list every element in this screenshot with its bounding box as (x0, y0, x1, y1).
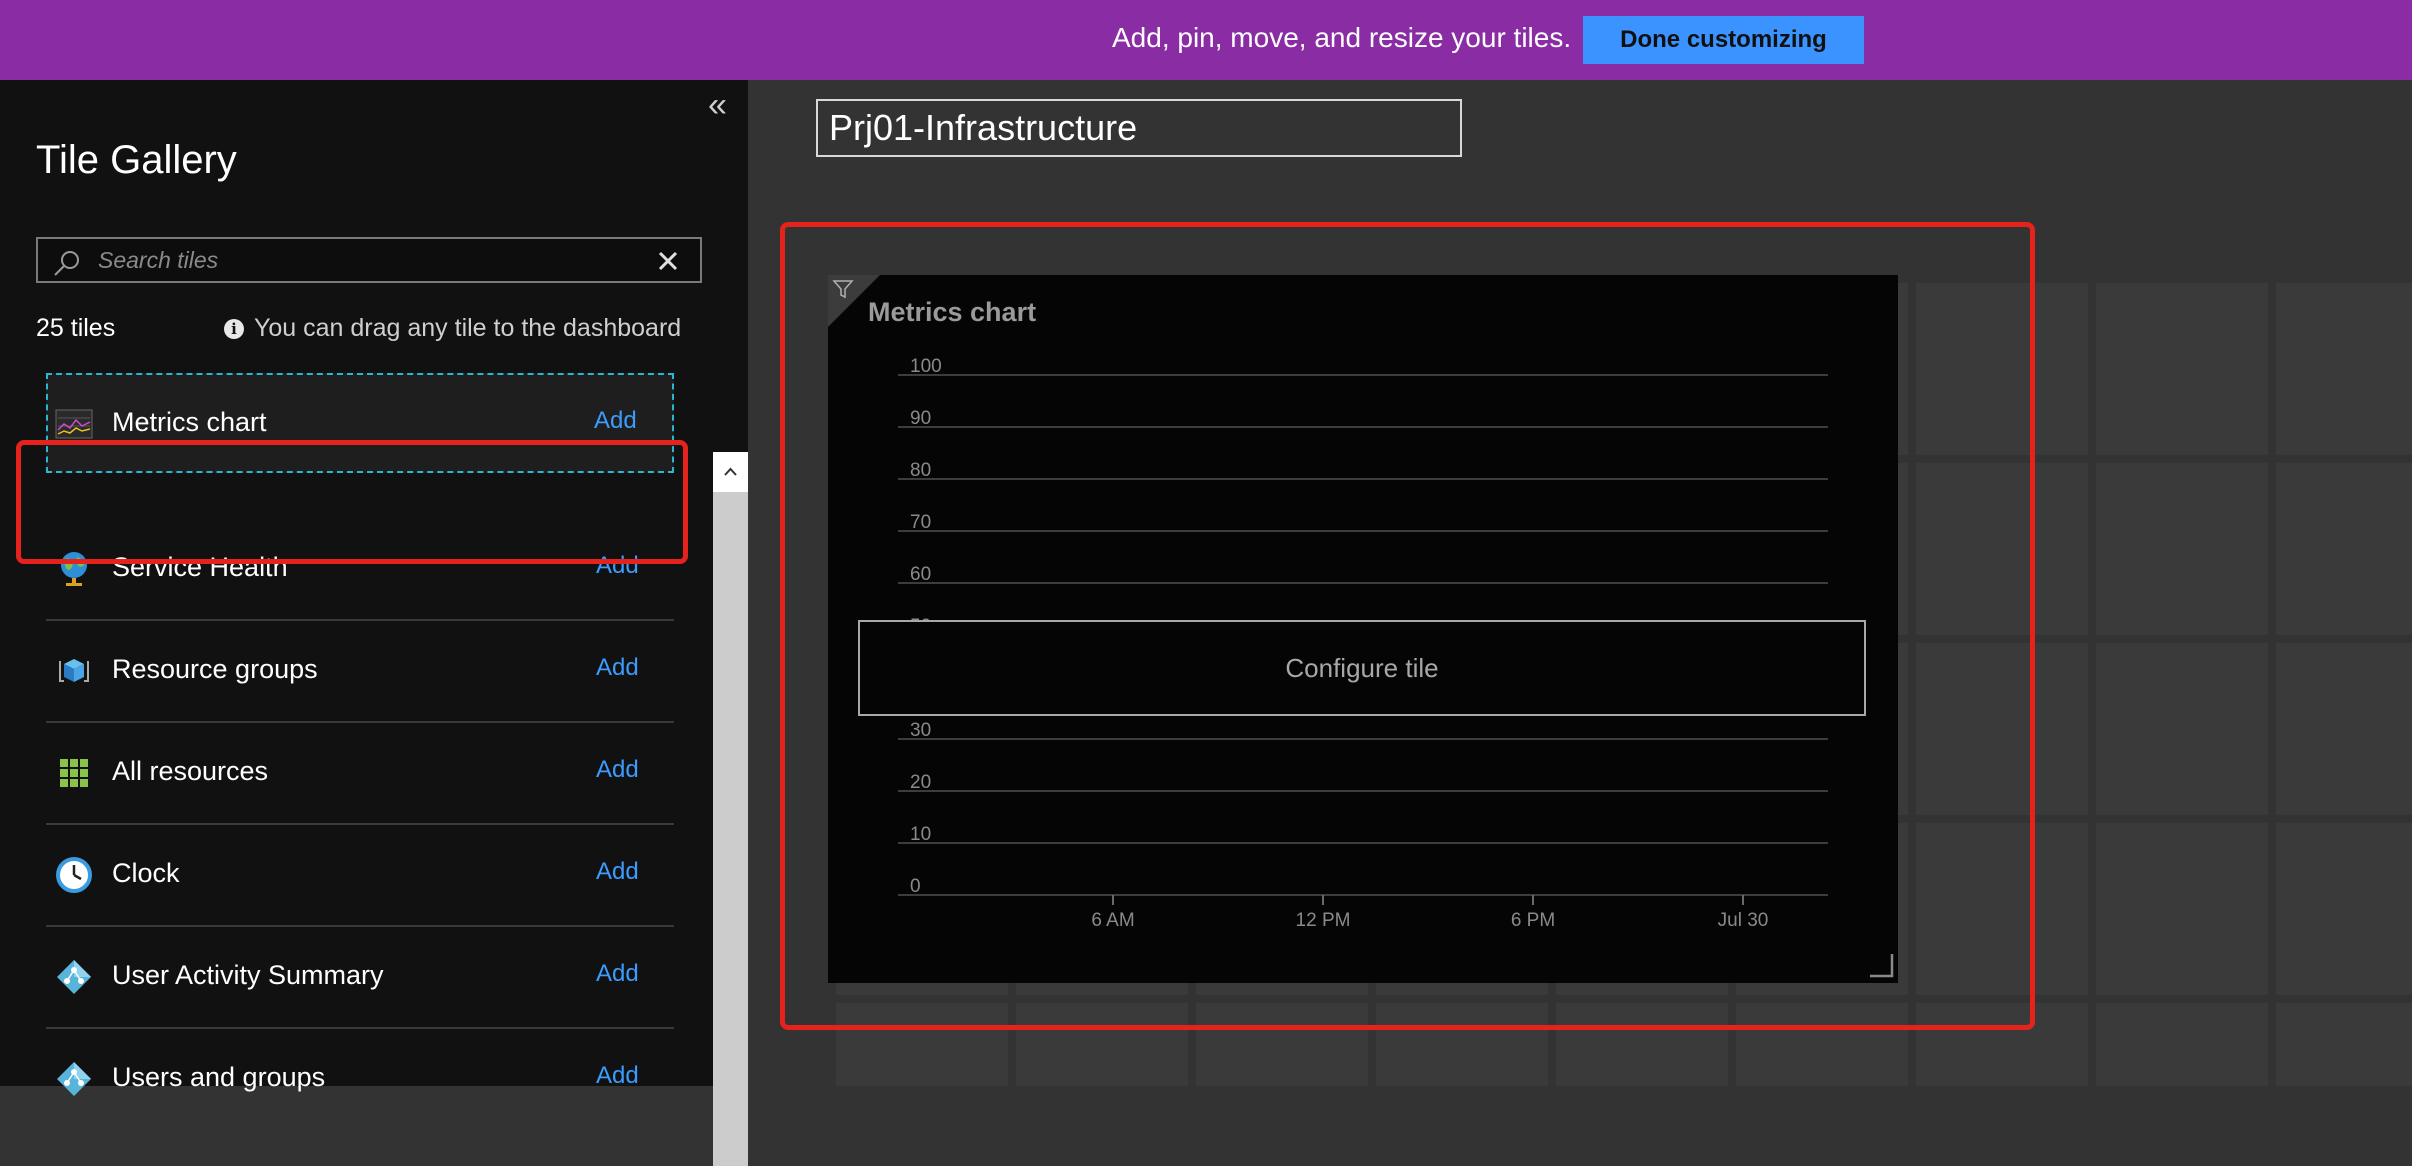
y-tick-label: 90 (910, 408, 931, 429)
aad-diamond-icon (57, 1062, 91, 1096)
tile-gallery-panel: « Tile Gallery 25 tiles i You can drag an… (0, 80, 748, 1166)
clock-icon (56, 857, 92, 893)
tile-item-service-health[interactable]: Service Health Add (46, 518, 674, 621)
metrics-chart-tile[interactable]: 10090807060504030201006 AM12 PM6 PMJul 3… (828, 275, 1898, 983)
add-link[interactable]: Add (596, 552, 639, 580)
x-tick-label: 6 AM (1091, 910, 1134, 931)
scrollbar[interactable] (713, 452, 748, 1166)
tile-item-label: Users and groups (112, 1062, 326, 1092)
add-link[interactable]: Add (596, 858, 639, 886)
y-tick-label: 10 (910, 824, 931, 845)
tile-item-user-activity-summary[interactable]: User Activity Summary Add (46, 926, 674, 1029)
x-tick-label: 6 PM (1511, 910, 1555, 931)
chevron-up-icon (724, 467, 737, 476)
tile-item-users-and-groups[interactable]: Users and groups Add (46, 1028, 674, 1129)
customize-banner: Add, pin, move, and resize your tiles. D… (0, 0, 2412, 80)
search-box[interactable] (36, 237, 702, 283)
cube-icon (59, 659, 89, 682)
add-link[interactable]: Add (596, 756, 639, 784)
y-tick-label: 20 (910, 772, 931, 793)
tile-item-all-resources[interactable]: All resources Add (46, 722, 674, 825)
tile-item-metrics-chart[interactable]: Metrics chart Add (46, 373, 674, 473)
tile-title: Metrics chart (868, 297, 1037, 327)
search-icon (54, 251, 79, 276)
y-tick-label: 100 (910, 356, 942, 377)
tile-item-resource-groups[interactable]: Resource groups Add (46, 620, 674, 723)
tile-item-label: All resources (112, 756, 269, 786)
tile-item-clock[interactable]: Clock Add (46, 824, 674, 927)
grid-icon (60, 759, 88, 787)
y-tick-label: 80 (910, 460, 931, 481)
y-tick-label: 70 (910, 512, 931, 533)
close-icon[interactable] (656, 249, 680, 273)
add-link[interactable]: Add (596, 960, 639, 988)
tile-item-label: Resource groups (112, 654, 318, 684)
tile-item-label: Metrics chart (112, 407, 267, 437)
search-input[interactable] (96, 243, 660, 277)
resize-handle-icon[interactable] (1868, 952, 1896, 980)
y-tick-label: 60 (910, 564, 931, 585)
aad-diamond-icon (57, 960, 91, 994)
add-link[interactable]: Add (596, 654, 639, 682)
add-link[interactable]: Add (594, 407, 637, 435)
configure-tile-button[interactable]: Configure tile (858, 620, 1866, 716)
x-tick-label: 12 PM (1296, 910, 1351, 931)
tile-item-label: Service Health (112, 552, 288, 582)
drag-hint: i You can drag any tile to the dashboard (224, 314, 681, 343)
banner-message: Add, pin, move, and resize your tiles. (1112, 22, 1572, 53)
scroll-up-button[interactable] (713, 452, 748, 492)
y-tick-label: 30 (910, 720, 931, 741)
done-customizing-button[interactable]: Done customizing (1583, 16, 1864, 64)
double-chevron-left-icon[interactable]: « (708, 88, 727, 122)
tile-count: 25 tiles (36, 314, 116, 342)
x-tick-label: Jul 30 (1718, 910, 1769, 931)
tile-item-label: Clock (112, 858, 180, 888)
metrics-chart-icon (55, 409, 93, 439)
filter-icon[interactable] (832, 278, 854, 300)
panel-title: Tile Gallery (36, 138, 237, 182)
globe-icon (61, 552, 87, 586)
info-icon: i (224, 319, 244, 339)
tile-item-label: User Activity Summary (112, 960, 384, 990)
drag-hint-text: You can drag any tile to the dashboard (254, 314, 682, 342)
dashboard-title-field[interactable] (816, 99, 1462, 157)
y-tick-label: 0 (910, 876, 921, 897)
